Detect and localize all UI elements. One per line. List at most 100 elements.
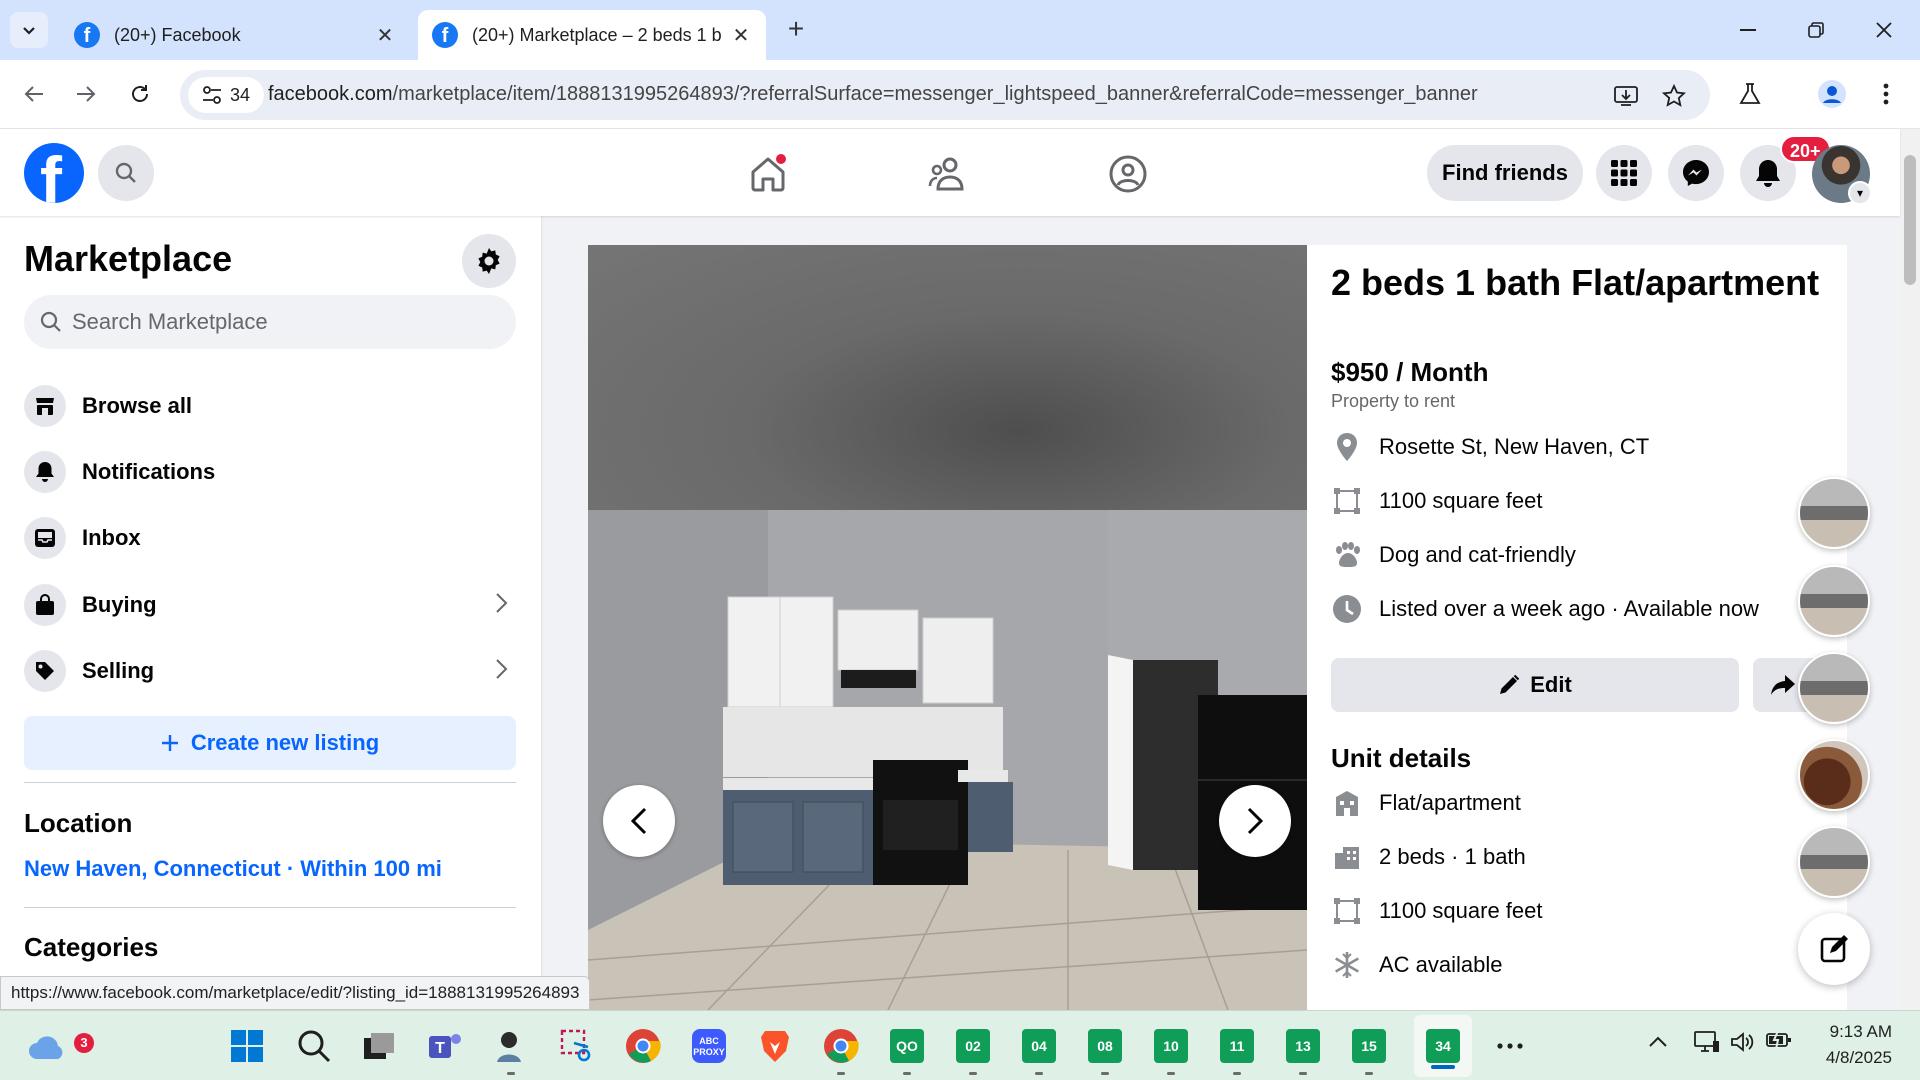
back-button[interactable] (14, 74, 54, 114)
find-friends-button[interactable]: Find friends (1427, 145, 1583, 201)
pencil-icon (1500, 674, 1520, 694)
qo-app[interactable]: QO (886, 1025, 928, 1075)
snipping-tool-app[interactable] (556, 1025, 598, 1067)
account-chevron-down-icon[interactable]: ▾ (1848, 181, 1872, 205)
qo-app-icon: QO (890, 1029, 924, 1063)
running-indicator (1167, 1072, 1175, 1075)
nav-friends[interactable] (918, 149, 978, 199)
close-tab-icon[interactable]: ✕ (374, 23, 396, 48)
plus-icon (161, 735, 178, 751)
listing-photo[interactable] (588, 245, 1307, 1010)
chat-head[interactable] (1798, 826, 1870, 898)
previous-photo-button[interactable] (603, 785, 675, 857)
messenger-button[interactable] (1668, 145, 1724, 201)
brave-app[interactable] (754, 1025, 796, 1067)
kitchen-photo (588, 510, 1307, 1010)
chevron-right-icon (1247, 807, 1264, 835)
network-monitor-icon[interactable] (1694, 1031, 1720, 1059)
restore-button[interactable] (1796, 14, 1836, 46)
chat-head[interactable] (1798, 565, 1870, 637)
forward-button[interactable] (66, 74, 106, 114)
abc-proxy-app[interactable]: ABC PROXY (688, 1025, 730, 1067)
unit-detail-text: Flat/apartment (1379, 790, 1521, 815)
marketplace-search-input[interactable] (72, 309, 492, 335)
marketplace-search[interactable] (24, 295, 516, 349)
address-bar[interactable]: 34 facebook.com/marketplace/item/1888131… (180, 70, 1710, 120)
sidebar-item-label: Notifications (82, 459, 216, 484)
chat-head[interactable] (1798, 652, 1870, 724)
profile-icon[interactable] (1812, 74, 1852, 114)
reload-button[interactable] (120, 74, 160, 114)
browser-tab-marketplace[interactable]: f (20+) Marketplace – 2 beds 1 b ✕ (418, 10, 766, 60)
taskbar-app-34[interactable]: 34 (1422, 1025, 1464, 1067)
area-icon (1331, 485, 1363, 517)
browser-menu-icon[interactable] (1866, 74, 1906, 114)
weather-widget[interactable]: 3 (26, 1025, 94, 1067)
minimize-button[interactable] (1728, 14, 1768, 46)
create-new-listing-button[interactable]: Create new listing (24, 716, 516, 770)
marketplace-sidebar: Marketplace Browse all Notifications Inb… (0, 216, 541, 1010)
facebook-logo[interactable]: f (24, 143, 84, 203)
task-view-button[interactable] (358, 1025, 400, 1067)
taskbar-overflow-button[interactable] (1489, 1025, 1531, 1067)
running-indicator (1365, 1072, 1373, 1075)
battery-charging-icon[interactable] (1766, 1030, 1792, 1055)
chrome-profile-app[interactable] (820, 1025, 862, 1075)
taskbar-search[interactable] (293, 1025, 335, 1067)
system-clock[interactable]: 9:13 AM 4/8/2025 (1812, 1019, 1892, 1071)
nav-home[interactable] (738, 149, 798, 199)
facebook-search-button[interactable] (98, 145, 154, 201)
tray-overflow-chevron-up-icon[interactable] (1648, 1031, 1668, 1054)
sidebar-item-buying[interactable]: Buying (24, 578, 516, 632)
marketplace-settings-button[interactable] (462, 234, 516, 288)
tab-search-button[interactable] (10, 12, 48, 48)
taskbar-app-11[interactable]: 11 (1216, 1025, 1258, 1075)
running-indicator (507, 1072, 515, 1075)
start-button[interactable] (226, 1025, 268, 1067)
browser-tab-facebook[interactable]: f (20+) Facebook ✕ (60, 10, 410, 60)
menu-button[interactable] (1596, 145, 1652, 201)
nav-groups[interactable] (1098, 149, 1158, 199)
close-window-button[interactable] (1864, 14, 1904, 46)
chrome-icon (626, 1029, 661, 1063)
sidebar-item-label: Buying (82, 592, 157, 617)
install-app-icon[interactable] (1612, 82, 1640, 110)
taskbar-app-10[interactable]: 10 (1150, 1025, 1192, 1075)
taskbar-app-02[interactable]: 02 (952, 1025, 994, 1075)
chat-head[interactable] (1798, 477, 1870, 549)
scrollbar-thumb[interactable] (1904, 155, 1916, 285)
sidebar-item-notifications[interactable]: Notifications (24, 445, 516, 499)
url-text[interactable]: facebook.com/marketplace/item/1888131995… (268, 83, 1478, 106)
unit-detail-row: Flat/apartment (1331, 783, 1521, 823)
listing-time-row: Listed over a week ago · Available now (1331, 589, 1759, 629)
teams-app[interactable]: T (424, 1025, 466, 1067)
running-indicator (1101, 1072, 1109, 1075)
bookmark-star-icon[interactable] (1660, 82, 1688, 110)
new-tab-button[interactable]: + (780, 14, 812, 46)
location-filter-link[interactable]: New Haven, Connecticut · Within 100 mi (24, 856, 442, 882)
new-message-button[interactable] (1798, 913, 1870, 985)
photo-ceiling (588, 245, 1307, 510)
chevron-left-icon (630, 807, 647, 835)
inbox-icon (24, 517, 66, 559)
taskbar-app-08[interactable]: 08 (1084, 1025, 1126, 1075)
volume-icon[interactable] (1730, 1031, 1754, 1059)
sidebar-item-selling[interactable]: Selling (24, 644, 516, 698)
close-tab-icon[interactable]: ✕ (730, 23, 752, 48)
edit-listing-button[interactable]: Edit (1331, 658, 1739, 712)
next-photo-button[interactable] (1219, 785, 1291, 857)
chrome-app[interactable] (622, 1025, 664, 1067)
labs-flask-icon[interactable] (1730, 74, 1770, 114)
sidebar-item-inbox[interactable]: Inbox (24, 511, 516, 565)
sidebar-item-browse-all[interactable]: Browse all (24, 379, 516, 433)
location-pin-icon (1331, 431, 1363, 463)
people-app[interactable] (490, 1025, 532, 1075)
site-info-chip[interactable]: 34 (188, 77, 264, 113)
listing-area-row: 1100 square feet (1331, 481, 1543, 521)
taskbar-app-04[interactable]: 04 (1018, 1025, 1060, 1075)
taskbar-app-15[interactable]: 15 (1348, 1025, 1390, 1075)
taskbar-app-13[interactable]: 13 (1282, 1025, 1324, 1075)
chat-head[interactable] (1798, 739, 1870, 811)
page-scrollbar[interactable] (1900, 129, 1920, 1010)
close-icon (1876, 22, 1892, 38)
